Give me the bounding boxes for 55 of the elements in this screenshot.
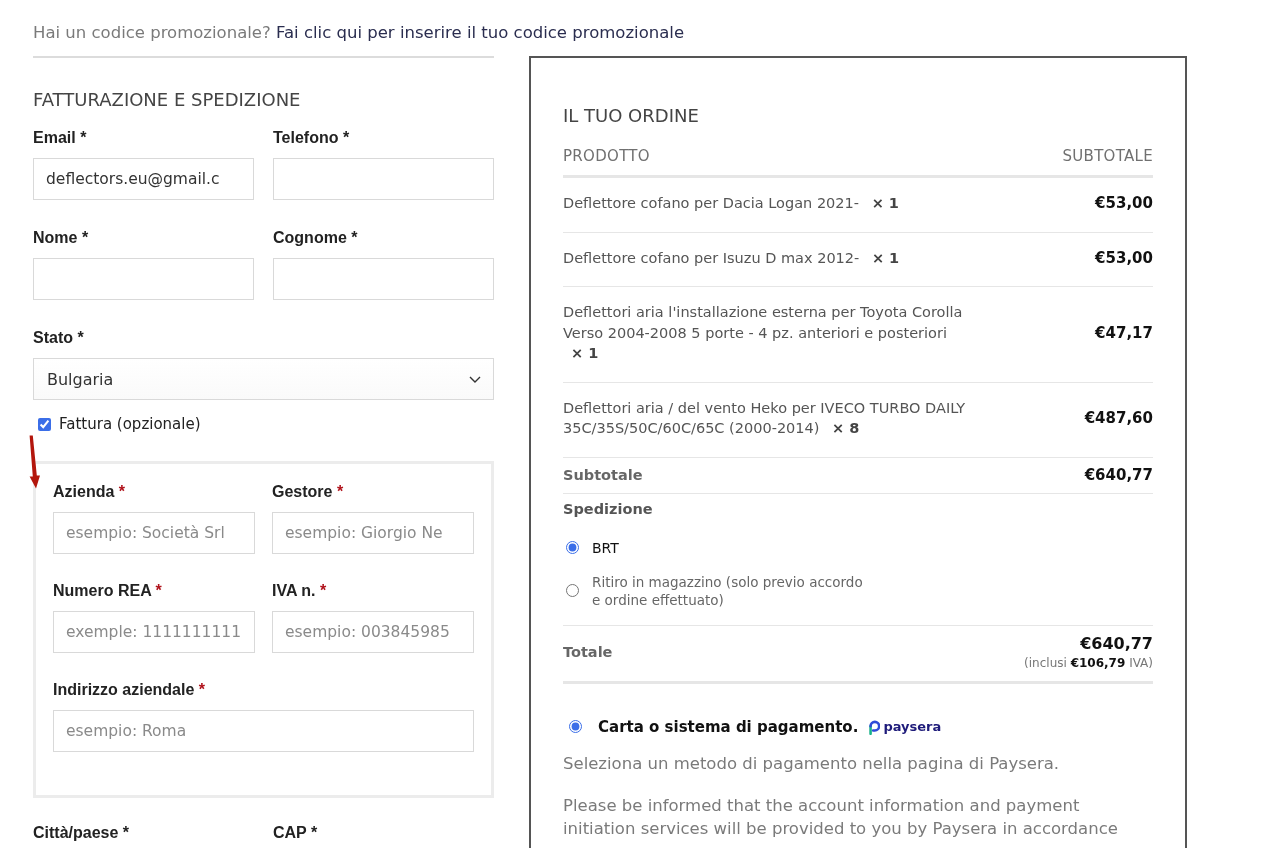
section-title: FATTURAZIONE E SPEDIZIONE bbox=[33, 88, 302, 112]
product-name: Deflettori aria / del vento Heko per IVECO TURBO DAILY 35C/35S/50C/60C/65C (2000-2014) × 8 bbox=[563, 398, 967, 438]
product-name: Deflettore cofano per Dacia Logan 2021- × 1 bbox=[563, 194, 899, 213]
select-field[interactable]: Bulgaria bbox=[33, 358, 494, 400]
field-label: Stato * bbox=[33, 328, 85, 348]
payment-notice: Please be informed that the account information and payment initiation services will be provided to you by Paysera in accordance bbox=[563, 794, 1119, 840]
field-label: CAP * bbox=[273, 823, 319, 843]
p-logo-icon bbox=[868, 718, 881, 735]
total-value: €640,77 bbox=[1080, 632, 1153, 655]
product-name: Deflettore cofano per Isuzu D max 2012- × 1 bbox=[563, 248, 900, 268]
input-field[interactable] bbox=[273, 258, 494, 300]
input-field[interactable]: esempio: Giorgio Ne bbox=[272, 512, 474, 554]
promo-link[interactable]: Fai clic qui per inserire il tuo codice promozionale bbox=[276, 23, 685, 42]
field-label: Azienda * bbox=[53, 482, 127, 502]
input-field[interactable]: deflectors.eu@gmail.c bbox=[33, 158, 254, 200]
input-field[interactable] bbox=[33, 258, 254, 300]
product-name: Deflettori aria l'installazione esterna per Toyota Corolla Verso 2004-2008 5 porte - 4 pz. anteriori e posteriori × 1 bbox=[563, 303, 964, 363]
promo-notice: Hai un codice promozionale? Fai clic qui per inserire il tuo codice promozionale bbox=[32, 22, 686, 44]
field-label: Email * bbox=[33, 128, 88, 148]
chevron-down-icon bbox=[469, 375, 481, 383]
radio-button[interactable] bbox=[566, 584, 579, 597]
subtotal-label: Subtotale bbox=[563, 465, 643, 485]
tax-note: (inclusi €106,79 IVA) bbox=[1024, 654, 1153, 672]
field-label: Telefono * bbox=[273, 128, 351, 148]
field-label: Indirizzo aziendale * bbox=[53, 680, 207, 700]
payment-description: Seleziona un metodo di pagamento nella pagina di Paysera. bbox=[563, 752, 1061, 775]
product-price: €47,17 bbox=[1095, 322, 1153, 343]
input-field[interactable]: esempio: Roma bbox=[53, 710, 474, 752]
payment-method-label: Carta o sistema di pagamento. bbox=[598, 716, 859, 737]
shipping-option-label: Ritiro in magazzino (solo previo accordo e ordine effettuato) bbox=[592, 572, 864, 609]
input-field[interactable]: esempio: 003845985 bbox=[272, 611, 474, 653]
field-label: Gestore * bbox=[272, 482, 345, 502]
field-label: Nome * bbox=[33, 228, 90, 248]
shipping-label: Spedizione bbox=[563, 499, 654, 519]
input-field[interactable]: exemple: 1111111111 bbox=[53, 611, 255, 653]
subtotal-value: €640,77 bbox=[1084, 464, 1153, 485]
logo-wordmark: paysera bbox=[883, 719, 942, 734]
input-field[interactable] bbox=[273, 158, 494, 200]
field-label: IVA n. * bbox=[272, 581, 328, 601]
radio-button[interactable] bbox=[569, 720, 582, 733]
checkbox-label: Fattura (opzionale) bbox=[59, 414, 201, 434]
field-label: Città/paese * bbox=[33, 823, 131, 843]
column-header: PRODOTTO bbox=[563, 146, 650, 166]
radio-button[interactable] bbox=[566, 541, 579, 554]
product-price: €53,00 bbox=[1095, 247, 1153, 268]
product-price: €487,60 bbox=[1084, 408, 1153, 428]
input-field[interactable]: esempio: Società Srl bbox=[53, 512, 255, 554]
column-header: SUBTOTALE bbox=[1062, 146, 1153, 166]
product-price: €53,00 bbox=[1095, 193, 1153, 214]
checkbox[interactable] bbox=[38, 417, 51, 431]
field-label: Numero REA * bbox=[53, 581, 163, 601]
shipping-option-label: BRT bbox=[592, 538, 619, 557]
field-label: Cognome * bbox=[273, 228, 359, 248]
total-label: Totale bbox=[563, 643, 613, 662]
order-title: IL TUO ORDINE bbox=[563, 104, 700, 128]
